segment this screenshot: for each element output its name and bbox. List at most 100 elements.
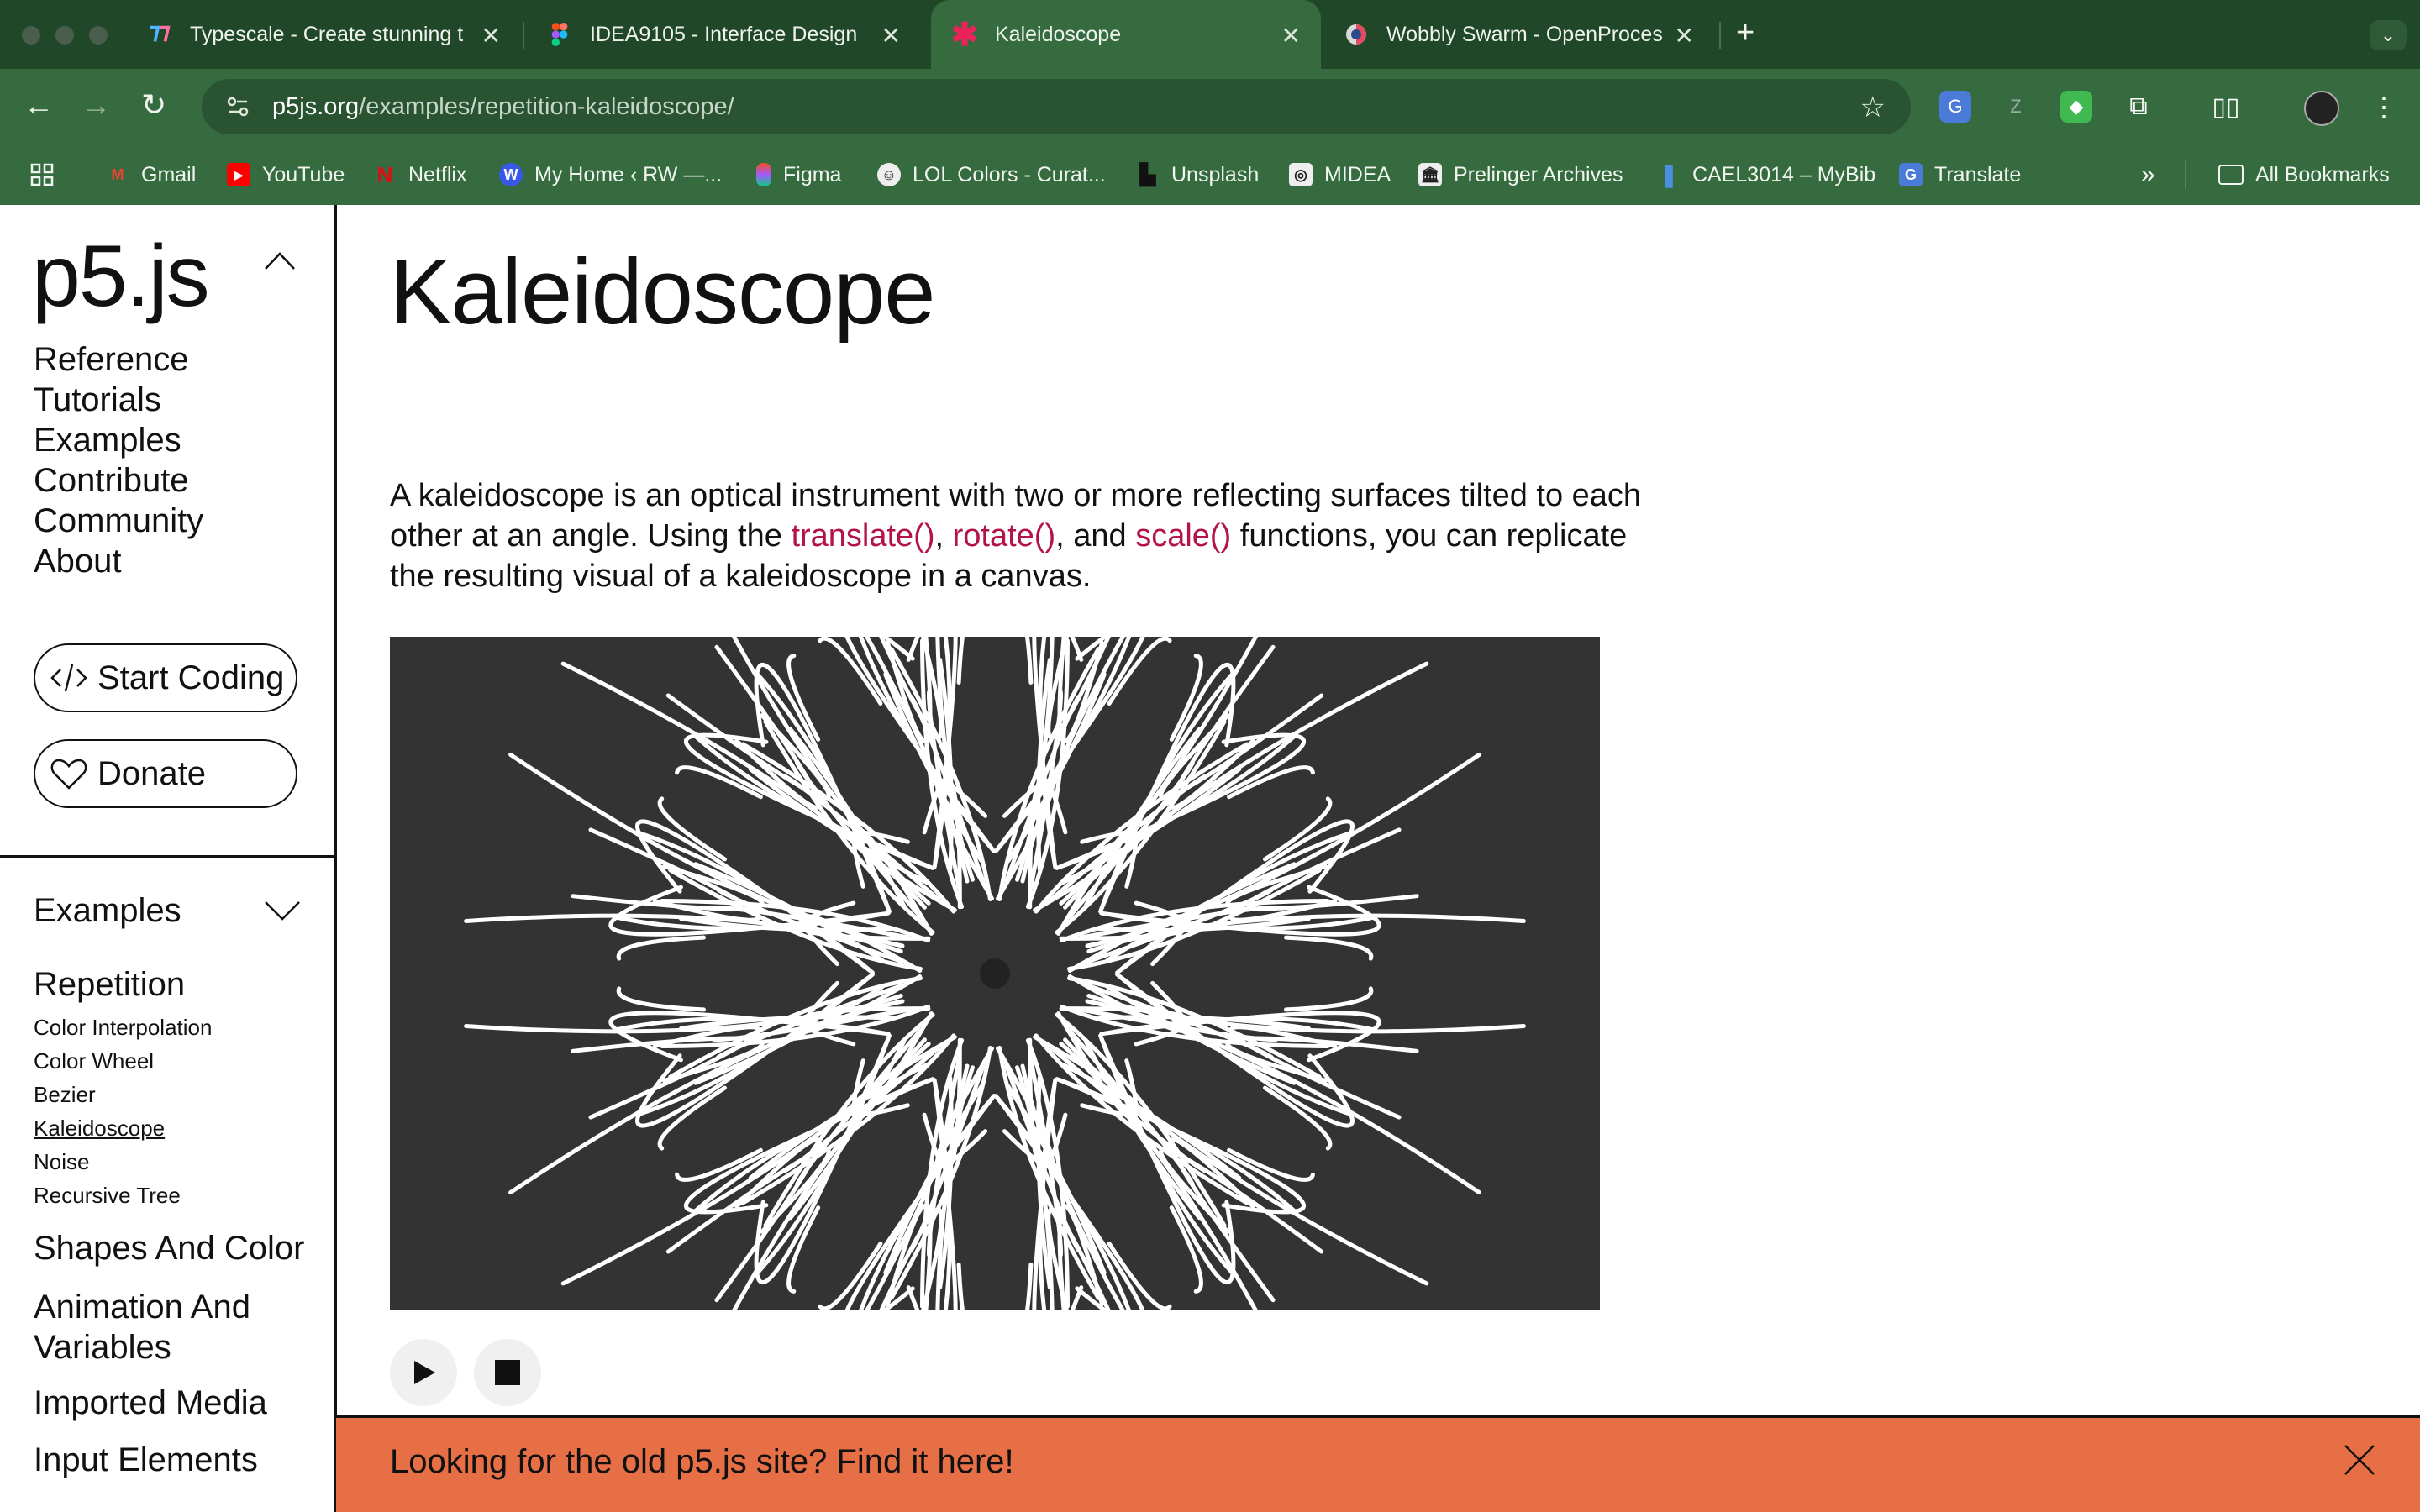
figma-icon (756, 163, 771, 186)
nav-community[interactable]: Community (34, 501, 203, 541)
stop-button[interactable] (474, 1339, 541, 1406)
play-button[interactable] (390, 1339, 457, 1406)
p5js-logo[interactable]: p5.js (32, 227, 210, 327)
window-close-dot[interactable] (22, 26, 40, 45)
bookmark-netflix[interactable]: N Netflix (373, 144, 467, 205)
category-imported-media[interactable]: Imported Media (34, 1384, 267, 1422)
window-zoom-dot[interactable] (89, 26, 108, 45)
banner-message[interactable]: Looking for the old p5.js site? Find it … (390, 1443, 1014, 1481)
kaleidoscope-stroke (956, 637, 965, 685)
kaleidoscope-stroke (1169, 1205, 1203, 1294)
kaleidoscope-stroke (1024, 1263, 1034, 1310)
figma-icon (548, 23, 571, 46)
site-info-icon[interactable] (225, 94, 250, 119)
chevron-down-icon[interactable] (264, 894, 301, 927)
zotero-icon[interactable]: Z (2000, 91, 2032, 123)
google-translate-icon: G (1899, 163, 1923, 186)
back-arrow-icon[interactable]: ← (24, 87, 54, 123)
examples-heading[interactable]: Examples (34, 892, 182, 930)
tab-kaleidoscope[interactable]: ✱ Kaleidoscope ✕ (931, 0, 1321, 69)
nav-tutorials[interactable]: Tutorials (34, 380, 203, 420)
reload-icon[interactable]: ↻ (141, 87, 166, 123)
bookmark-prelinger[interactable]: 🏛 Prelinger Archives (1418, 144, 1623, 205)
archive-icon: 🏛 (1418, 163, 1442, 186)
donate-button[interactable]: Donate (34, 739, 297, 808)
sidebar-divider (0, 855, 334, 858)
example-color-interpolation[interactable]: Color Interpolation (34, 1015, 212, 1041)
kaleidoscope-stroke (1024, 637, 1034, 685)
url-text: p5js.org/examples/repetition-kaleidoscop… (272, 93, 734, 121)
bookmark-gmail[interactable]: M Gmail (106, 144, 197, 205)
example-noise[interactable]: Noise (34, 1149, 89, 1175)
profile-avatar[interactable] (2304, 91, 2339, 126)
extensions-puzzle-icon[interactable]: ⧉ (2123, 91, 2154, 123)
link-rotate[interactable]: rotate() (953, 518, 1055, 554)
bookmark-label: Gmail (141, 162, 197, 186)
window-minimize-dot[interactable] (55, 26, 74, 45)
bookmark-unsplash[interactable]: ▙ Unsplash (1136, 144, 1259, 205)
apps-grid-icon[interactable] (30, 144, 54, 205)
start-coding-label: Start Coding (97, 659, 285, 696)
tab-separator (1719, 22, 1721, 49)
bookmark-translate[interactable]: G Translate (1899, 144, 2021, 205)
nav-contribute[interactable]: Contribute (34, 460, 203, 501)
forward-arrow-icon[interactable]: → (81, 87, 111, 123)
bookmark-youtube[interactable]: ▶ YouTube (227, 144, 345, 205)
collapse-chevron-up-icon[interactable] (264, 245, 296, 277)
tab-title: Typescale - Create stunning t (190, 22, 464, 46)
bookmark-midea[interactable]: ◎ MIDEA (1289, 144, 1391, 205)
close-tab-icon[interactable]: ✕ (881, 22, 901, 50)
bookmarks-divider (2185, 160, 2186, 189)
extension-green-icon[interactable]: ◆ (2060, 91, 2092, 123)
close-tab-icon[interactable]: ✕ (1675, 22, 1694, 50)
category-shapes-and-color[interactable]: Shapes And Color (34, 1230, 304, 1268)
tab-idea9105[interactable]: IDEA9105 - Interface Design ✕ (526, 0, 921, 69)
main-content: Kaleidoscope A kaleidoscope is an optica… (336, 205, 2420, 1512)
browser-toolbar: ← → ↻ p5js.org/examples/repetition-kalei… (0, 69, 2420, 144)
example-bezier[interactable]: Bezier (34, 1082, 96, 1108)
address-bar[interactable]: p5js.org/examples/repetition-kaleidoscop… (202, 79, 1911, 134)
category-repetition[interactable]: Repetition (34, 966, 185, 1004)
bookmark-ribbon-icon: ❚ (1660, 161, 1678, 187)
tab-typescale[interactable]: Typescale - Create stunning t ✕ (126, 0, 521, 69)
desc-text: , (934, 518, 953, 554)
link-translate[interactable]: translate() (791, 518, 934, 554)
bookmark-label: LOL Colors - Curat... (913, 162, 1106, 186)
example-recursive-tree[interactable]: Recursive Tree (34, 1183, 181, 1209)
sketch-canvas[interactable] (390, 637, 1600, 1310)
start-coding-button[interactable]: Start Coding (34, 643, 297, 712)
tab-title: Wobbly Swarm - OpenProces (1386, 22, 1663, 46)
old-site-banner[interactable]: Looking for the old p5.js site? Find it … (336, 1415, 2420, 1512)
bookmark-lol-colors[interactable]: ☺ LOL Colors - Curat... (877, 144, 1106, 205)
bookmark-star-icon[interactable]: ☆ (1860, 91, 1886, 124)
kaleidoscope-stroke (1227, 765, 1315, 800)
example-color-wheel[interactable]: Color Wheel (34, 1048, 154, 1074)
tab-title: Kaleidoscope (995, 22, 1122, 46)
browser-menu-icon[interactable]: ⋮ (2368, 91, 2400, 123)
reading-list-icon[interactable]: ▯▯ (2210, 91, 2242, 123)
google-translate-icon[interactable]: G (1939, 91, 1971, 123)
close-tab-icon[interactable]: ✕ (481, 22, 501, 50)
close-tab-icon[interactable]: ✕ (1281, 22, 1301, 50)
tab-wobbly-swarm[interactable]: Wobbly Swarm - OpenProces ✕ (1323, 0, 1714, 69)
bookmark-my-home[interactable]: W My Home ‹ RW —... (499, 144, 722, 205)
nav-about[interactable]: About (34, 541, 203, 581)
bookmarks-overflow[interactable]: » (2141, 144, 2155, 205)
nav-examples[interactable]: Examples (34, 420, 203, 460)
close-icon[interactable] (2343, 1443, 2376, 1477)
bookmark-figma[interactable]: Figma (756, 144, 841, 205)
category-input-elements[interactable]: Input Elements (34, 1441, 258, 1479)
bookmark-cael3014[interactable]: ❚ CAEL3014 – MyBib (1657, 144, 1876, 205)
code-brackets-icon (50, 664, 87, 692)
page-title: Kaleidoscope (390, 240, 935, 344)
new-tab-plus-icon[interactable]: + (1736, 15, 1754, 51)
tab-search-chevron-icon[interactable]: ⌄ (2370, 20, 2407, 50)
nav-reference[interactable]: Reference (34, 339, 203, 380)
tab-separator (523, 22, 524, 49)
link-scale[interactable]: scale() (1135, 518, 1231, 554)
category-animation-and-variables[interactable]: Animation And Variables (34, 1287, 311, 1368)
example-kaleidoscope[interactable]: Kaleidoscope (34, 1116, 165, 1142)
gmail-icon: M (111, 165, 124, 183)
all-bookmarks[interactable]: All Bookmarks (2218, 144, 2390, 205)
kaleidoscope-stroke (616, 935, 706, 961)
